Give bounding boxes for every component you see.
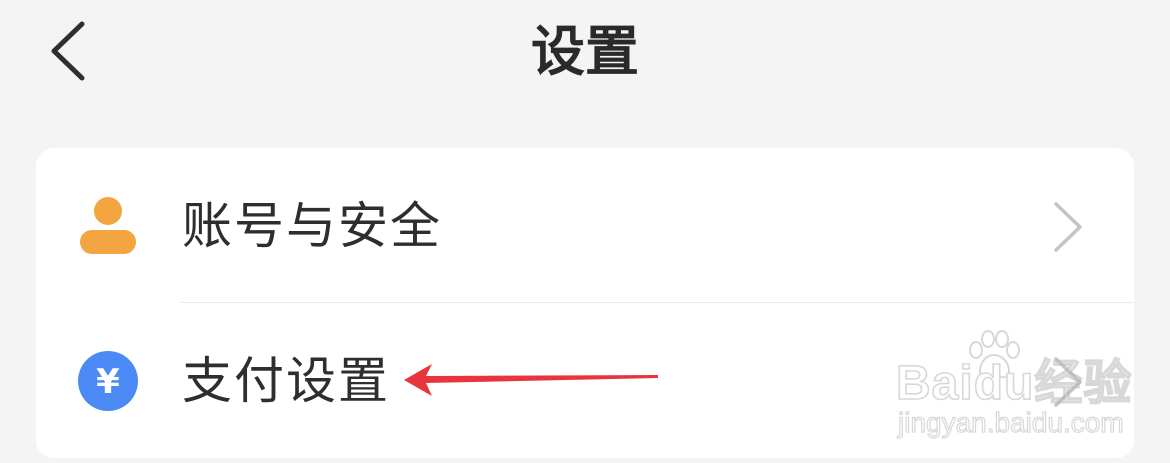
header-bar: 设置 [0, 0, 1170, 110]
svg-text:¥: ¥ [96, 362, 120, 402]
chevron-right-icon [1054, 202, 1082, 252]
yuan-icon: ¥ [78, 351, 138, 411]
settings-item-account-security[interactable]: 账号与安全 [36, 148, 1134, 302]
watermark-brand: Baidu经验 [895, 356, 1133, 411]
user-icon [80, 197, 136, 254]
settings-item-label: 账号与安全 [182, 197, 442, 255]
settings-item-label: 支付设置 [182, 352, 390, 410]
watermark-url: jingyan.baidu.com [897, 406, 1124, 438]
baidu-jingyan-watermark: Baidu经验 jingyan.baidu.com [894, 330, 1144, 450]
page-title: 设置 [531, 20, 639, 83]
red-arrow-annotation [404, 364, 658, 396]
